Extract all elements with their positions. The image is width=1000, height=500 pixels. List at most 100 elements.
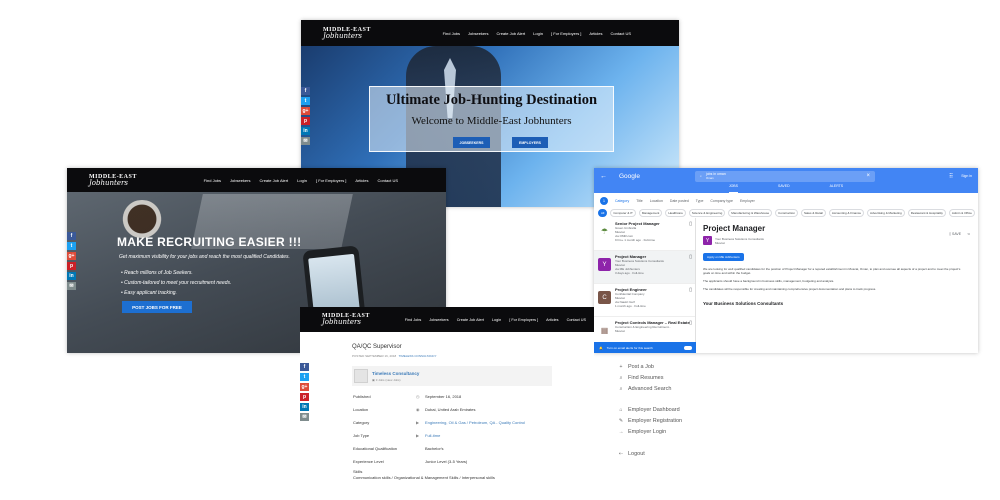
google-plus-icon[interactable]: g+ — [67, 252, 76, 260]
linkedin-icon[interactable]: in — [300, 403, 309, 411]
email-icon[interactable]: ✉ — [67, 282, 76, 290]
jobseekers-button[interactable]: JOBSEEKERS — [453, 137, 490, 148]
filter-employer[interactable]: Employer — [740, 199, 755, 203]
site-logo[interactable]: MIDDLE-EAST Jobhunters — [323, 27, 371, 40]
apps-grid-icon[interactable]: ⠿ — [949, 173, 953, 180]
job-location: Muscat — [615, 329, 625, 333]
chip-management[interactable]: Management — [638, 209, 663, 217]
apply-button[interactable]: Apply on ME Jobhunters — [703, 253, 744, 261]
menu-create-job-alert[interactable]: Create Job Alert — [259, 178, 288, 183]
twitter-icon[interactable]: t — [301, 97, 310, 105]
menu-for-employers[interactable]: [ For Employers ] — [509, 318, 538, 322]
menu-create-job-alert[interactable]: Create Job Alert — [457, 318, 484, 322]
sign-in-link[interactable]: Sign in — [961, 174, 972, 178]
close-icon[interactable]: × — [866, 173, 870, 179]
pinterest-icon[interactable]: p — [67, 262, 76, 270]
facebook-icon[interactable]: f — [301, 87, 310, 95]
bookmark-icon[interactable]: ▯ — [689, 254, 692, 260]
advanced-search-link[interactable]: ⌕ Advanced Search — [618, 385, 672, 393]
menu-login[interactable]: Login — [297, 178, 307, 183]
chip-admin[interactable]: Admin & Office — [948, 209, 975, 217]
filter-title[interactable]: Title — [636, 199, 642, 203]
twitter-icon[interactable]: t — [67, 242, 76, 250]
job-result-item[interactable]: ☂ Senior Project Manager Green Umbrella … — [594, 218, 695, 251]
pinterest-icon[interactable]: p — [300, 393, 309, 401]
menu-jobseekers[interactable]: Jobseekers — [230, 178, 250, 183]
share-icon[interactable]: ⋖ — [967, 232, 970, 236]
google-plus-icon[interactable]: g+ — [301, 107, 310, 115]
tab-saved[interactable]: SAVED — [778, 184, 790, 193]
employers-button[interactable]: EMPLOYERS — [512, 137, 548, 148]
linkedin-icon[interactable]: in — [67, 272, 76, 280]
chip-all[interactable]: All — [598, 209, 608, 217]
posted-by-link[interactable]: TIMELESS CONSULTANCY — [399, 354, 437, 358]
linkedin-icon[interactable]: in — [301, 127, 310, 135]
filter-date-posted[interactable]: Date posted — [670, 199, 689, 203]
logout-link[interactable]: ⇠ Logout — [618, 450, 645, 458]
job-result-item[interactable]: Y Project Manager Your Business Solution… — [594, 251, 695, 284]
chip-healthcare[interactable]: Healthcare — [665, 209, 686, 217]
back-arrow-icon[interactable]: ← — [600, 173, 607, 180]
menu-find-jobs[interactable]: Find Jobs — [204, 178, 221, 183]
chip-science-engineering[interactable]: Science & Engineering — [688, 209, 726, 217]
search-input[interactable]: ⌕ jobs in oman Oman × — [694, 170, 875, 182]
chip-construction[interactable]: Construction — [775, 209, 799, 217]
twitter-icon[interactable]: t — [300, 373, 309, 381]
chip-manufacturing[interactable]: Manufacturing & Warehouse — [728, 209, 773, 217]
company-name-link[interactable]: Timeless Consultancy — [372, 371, 419, 376]
menu-jobseekers[interactable]: Jobseekers — [468, 31, 488, 36]
detail-paragraph: The applicants should have a background … — [703, 279, 835, 283]
menu-find-jobs[interactable]: Find Jobs — [443, 31, 460, 36]
filter-type[interactable]: Type — [696, 199, 704, 203]
find-resumes-link[interactable]: ⌕ Find Resumes — [618, 374, 671, 382]
bookmark-icon[interactable]: ▯ — [689, 320, 692, 326]
menu-jobseekers[interactable]: Jobseekers — [429, 318, 448, 322]
menu-find-jobs[interactable]: Find Jobs — [405, 318, 421, 322]
tab-alerts[interactable]: ALERTS — [830, 184, 844, 193]
pinterest-icon[interactable]: p — [301, 117, 310, 125]
alert-toggle[interactable] — [684, 345, 692, 350]
menu-contact-us[interactable]: Contact US — [611, 31, 631, 36]
menu-articles[interactable]: Articles — [546, 318, 558, 322]
google-logo[interactable]: Google — [619, 173, 640, 180]
menu-login[interactable]: Login — [492, 318, 501, 322]
employer-registration-link[interactable]: ✎ Employer Registration — [618, 417, 682, 425]
google-plus-icon[interactable]: g+ — [300, 383, 309, 391]
tab-jobs[interactable]: JOBS — [728, 184, 738, 193]
email-icon[interactable]: ✉ — [301, 137, 310, 145]
menu-articles[interactable]: Articles — [589, 31, 602, 36]
site-logo[interactable]: MIDDLE-EAST Jobhunters — [89, 174, 137, 187]
filter-location[interactable]: Location — [650, 199, 663, 203]
google-jobs-tabs: JOBS SAVED ALERTS — [594, 184, 978, 193]
facebook-icon[interactable]: f — [300, 363, 309, 371]
chip-computer-it[interactable]: Computer & IT — [610, 209, 636, 217]
chip-restaurant[interactable]: Restaurant & Hospitality — [907, 209, 946, 217]
site-logo[interactable]: MIDDLE-EAST Jobhunters — [322, 313, 370, 326]
category-links[interactable]: Engineering, Oil & Gas / Petroleum, QA -… — [425, 420, 525, 425]
employer-login-link[interactable]: → Employer Login — [618, 428, 682, 436]
facebook-icon[interactable]: f — [67, 232, 76, 240]
menu-contact-us[interactable]: Contact US — [567, 318, 586, 322]
bookmark-icon[interactable]: ▯ — [689, 287, 692, 293]
email-icon[interactable]: ✉ — [300, 413, 309, 421]
menu-contact-us[interactable]: Contact US — [378, 178, 398, 183]
post-job-link[interactable]: + Post a Job — [618, 363, 671, 371]
menu-create-job-alert[interactable]: Create Job Alert — [496, 31, 525, 36]
menu-for-employers[interactable]: [ For Employers ] — [316, 178, 346, 183]
chip-advertising[interactable]: Advertising & Marketing — [867, 209, 905, 217]
bookmark-icon[interactable]: ▯ — [689, 221, 692, 227]
job-result-item[interactable]: C Project Engineer Confidential Company … — [594, 284, 695, 317]
email-alert-bar[interactable]: 🔔 Turn on email alerts for this search — [594, 342, 696, 353]
top-nav: MIDDLE-EAST Jobhunters Find Jobs Jobseek… — [67, 168, 446, 192]
chip-accounting[interactable]: Accounting & Finance — [828, 209, 865, 217]
post-jobs-button[interactable]: POST JOBS FOR FREE — [122, 301, 192, 313]
menu-for-employers[interactable]: [ For Employers ] — [551, 31, 581, 36]
menu-articles[interactable]: Articles — [355, 178, 368, 183]
chip-sales-retail[interactable]: Sales & Retail — [801, 209, 826, 217]
filter-category[interactable]: Category — [615, 199, 629, 203]
employer-dashboard-link[interactable]: ⌂ Employer Dashboard — [618, 406, 682, 414]
menu-login[interactable]: Login — [533, 31, 543, 36]
view-jobs-link[interactable]: ▣ 3 Jobs (view Jobs) — [372, 378, 419, 382]
job-type-link[interactable]: Full-time — [425, 433, 440, 438]
filter-company-type[interactable]: Company type — [710, 199, 733, 203]
